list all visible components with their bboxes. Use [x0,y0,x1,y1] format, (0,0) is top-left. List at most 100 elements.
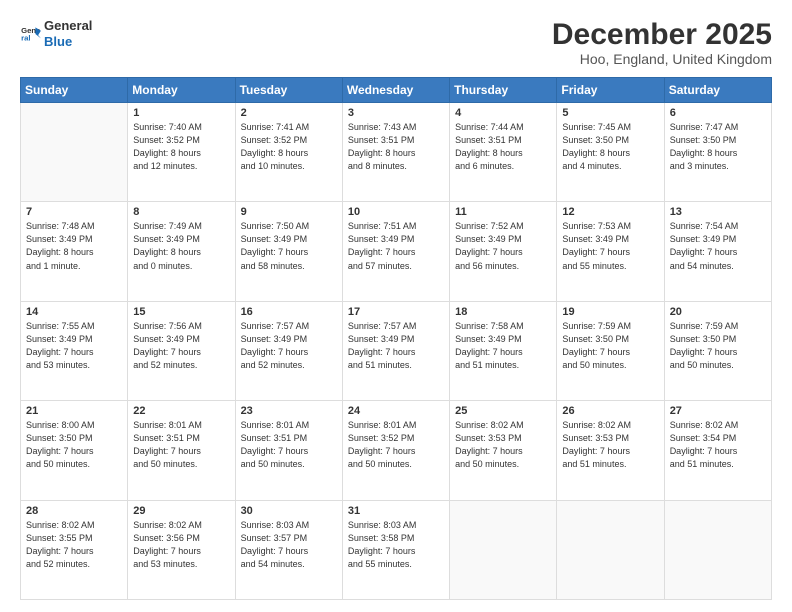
day-info: Sunrise: 8:03 AM Sunset: 3:57 PM Dayligh… [241,519,337,571]
calendar-cell: 2Sunrise: 7:41 AM Sunset: 3:52 PM Daylig… [235,103,342,202]
title-block: December 2025 Hoo, England, United Kingd… [552,18,772,67]
day-info: Sunrise: 7:49 AM Sunset: 3:49 PM Dayligh… [133,220,229,272]
day-number: 8 [133,206,229,218]
day-info: Sunrise: 7:50 AM Sunset: 3:49 PM Dayligh… [241,220,337,272]
day-number: 7 [26,206,122,218]
calendar-cell: 20 Sunrise: 7:59 AM Sunset: 3:50 PM Dayli… [664,301,771,400]
calendar-cell: 28Sunrise: 8:02 AM Sunset: 3:55 PM Dayli… [21,500,128,599]
calendar-cell: 19 Sunrise: 7:59 AM Sunset: 3:50 PM Dayli… [557,301,664,400]
day-info: Sunrise: 7:44 AM Sunset: 3:51 PM Dayligh… [455,121,551,173]
day-number: 20 [670,306,766,318]
location: Hoo, England, United Kingdom [552,51,772,67]
day-info: Sunrise: 7:57 AM Sunset: 3:49 PM Dayligh… [241,320,337,372]
day-info: Sunrise: 8:01 AM Sunset: 3:51 PM Dayligh… [241,419,337,471]
day-number: 22 [133,405,229,417]
day-number: 18 [455,306,551,318]
day-number: 11 [455,206,551,218]
logo-icon: Gene ral [20,23,42,45]
day-number: 27 [670,405,766,417]
day-number: 4 [455,107,551,119]
day-number: 29 [133,505,229,517]
calendar-cell: 4 Sunrise: 7:44 AM Sunset: 3:51 PM Daylig… [450,103,557,202]
calendar-cell [664,500,771,599]
day-number: 25 [455,405,551,417]
weekday-header-thursday: Thursday [450,78,557,103]
calendar-week-1: 1Sunrise: 7:40 AM Sunset: 3:52 PM Daylig… [21,103,772,202]
day-info: Sunrise: 8:01 AM Sunset: 3:51 PM Dayligh… [133,419,229,471]
day-number: 21 [26,405,122,417]
day-number: 30 [241,505,337,517]
calendar-cell: 29Sunrise: 8:02 AM Sunset: 3:56 PM Dayli… [128,500,235,599]
month-title: December 2025 [552,18,772,51]
day-info: Sunrise: 7:59 AM Sunset: 3:50 PM Dayligh… [562,320,658,372]
day-info: Sunrise: 8:02 AM Sunset: 3:54 PM Dayligh… [670,419,766,471]
calendar-cell: 23 Sunrise: 8:01 AM Sunset: 3:51 PM Dayli… [235,401,342,500]
calendar-cell [557,500,664,599]
logo-text-line2: Blue [44,34,92,50]
weekday-header-friday: Friday [557,78,664,103]
day-number: 17 [348,306,444,318]
calendar-cell [450,500,557,599]
day-info: Sunrise: 7:48 AM Sunset: 3:49 PM Dayligh… [26,220,122,272]
calendar-cell: 30 Sunrise: 8:03 AM Sunset: 3:57 PM Dayli… [235,500,342,599]
calendar-cell [21,103,128,202]
day-number: 19 [562,306,658,318]
calendar-cell: 1Sunrise: 7:40 AM Sunset: 3:52 PM Daylig… [128,103,235,202]
day-info: Sunrise: 7:58 AM Sunset: 3:49 PM Dayligh… [455,320,551,372]
weekday-header-monday: Monday [128,78,235,103]
day-info: Sunrise: 7:57 AM Sunset: 3:49 PM Dayligh… [348,320,444,372]
svg-text:ral: ral [21,33,30,42]
calendar-cell: 22 Sunrise: 8:01 AM Sunset: 3:51 PM Dayli… [128,401,235,500]
day-number: 10 [348,206,444,218]
calendar-cell: 25 Sunrise: 8:02 AM Sunset: 3:53 PM Dayli… [450,401,557,500]
calendar-page: Gene ral General Blue December 2025 Hoo,… [0,0,792,612]
day-number: 6 [670,107,766,119]
day-number: 31 [348,505,444,517]
calendar-cell: 26Sunrise: 8:02 AM Sunset: 3:53 PM Dayli… [557,401,664,500]
day-info: Sunrise: 7:52 AM Sunset: 3:49 PM Dayligh… [455,220,551,272]
logo-text-line1: General [44,18,92,34]
day-number: 12 [562,206,658,218]
header: Gene ral General Blue December 2025 Hoo,… [20,18,772,67]
calendar-cell: 16 Sunrise: 7:57 AM Sunset: 3:49 PM Dayli… [235,301,342,400]
day-number: 9 [241,206,337,218]
day-info: Sunrise: 7:51 AM Sunset: 3:49 PM Dayligh… [348,220,444,272]
day-info: Sunrise: 7:59 AM Sunset: 3:50 PM Dayligh… [670,320,766,372]
calendar-week-3: 14 Sunrise: 7:55 AM Sunset: 3:49 PM Dayli… [21,301,772,400]
calendar-cell: 31 Sunrise: 8:03 AM Sunset: 3:58 PM Dayli… [342,500,449,599]
day-info: Sunrise: 8:03 AM Sunset: 3:58 PM Dayligh… [348,519,444,571]
weekday-header-tuesday: Tuesday [235,78,342,103]
day-info: Sunrise: 8:01 AM Sunset: 3:52 PM Dayligh… [348,419,444,471]
calendar-cell: 6 Sunrise: 7:47 AM Sunset: 3:50 PM Daylig… [664,103,771,202]
day-info: Sunrise: 7:53 AM Sunset: 3:49 PM Dayligh… [562,220,658,272]
calendar-cell: 24 Sunrise: 8:01 AM Sunset: 3:52 PM Dayli… [342,401,449,500]
day-info: Sunrise: 7:41 AM Sunset: 3:52 PM Dayligh… [241,121,337,173]
day-number: 24 [348,405,444,417]
day-number: 14 [26,306,122,318]
day-info: Sunrise: 7:56 AM Sunset: 3:49 PM Dayligh… [133,320,229,372]
calendar-cell: 3Sunrise: 7:43 AM Sunset: 3:51 PM Daylig… [342,103,449,202]
calendar-week-4: 21Sunrise: 8:00 AM Sunset: 3:50 PM Dayli… [21,401,772,500]
day-info: Sunrise: 7:47 AM Sunset: 3:50 PM Dayligh… [670,121,766,173]
day-number: 5 [562,107,658,119]
day-number: 13 [670,206,766,218]
calendar-cell: 12 Sunrise: 7:53 AM Sunset: 3:49 PM Dayli… [557,202,664,301]
calendar-week-2: 7 Sunrise: 7:48 AM Sunset: 3:49 PM Daylig… [21,202,772,301]
calendar-cell: 10 Sunrise: 7:51 AM Sunset: 3:49 PM Dayli… [342,202,449,301]
logo: Gene ral General Blue [20,18,92,49]
day-number: 28 [26,505,122,517]
weekday-header-saturday: Saturday [664,78,771,103]
day-number: 16 [241,306,337,318]
calendar-table: SundayMondayTuesdayWednesdayThursdayFrid… [20,77,772,600]
day-info: Sunrise: 8:02 AM Sunset: 3:53 PM Dayligh… [562,419,658,471]
day-number: 15 [133,306,229,318]
day-info: Sunrise: 8:02 AM Sunset: 3:53 PM Dayligh… [455,419,551,471]
calendar-cell: 13Sunrise: 7:54 AM Sunset: 3:49 PM Dayli… [664,202,771,301]
calendar-cell: 8 Sunrise: 7:49 AM Sunset: 3:49 PM Daylig… [128,202,235,301]
weekday-header-sunday: Sunday [21,78,128,103]
day-info: Sunrise: 7:43 AM Sunset: 3:51 PM Dayligh… [348,121,444,173]
calendar-week-5: 28Sunrise: 8:02 AM Sunset: 3:55 PM Dayli… [21,500,772,599]
calendar-cell: 15 Sunrise: 7:56 AM Sunset: 3:49 PM Dayli… [128,301,235,400]
day-number: 23 [241,405,337,417]
day-info: Sunrise: 7:55 AM Sunset: 3:49 PM Dayligh… [26,320,122,372]
